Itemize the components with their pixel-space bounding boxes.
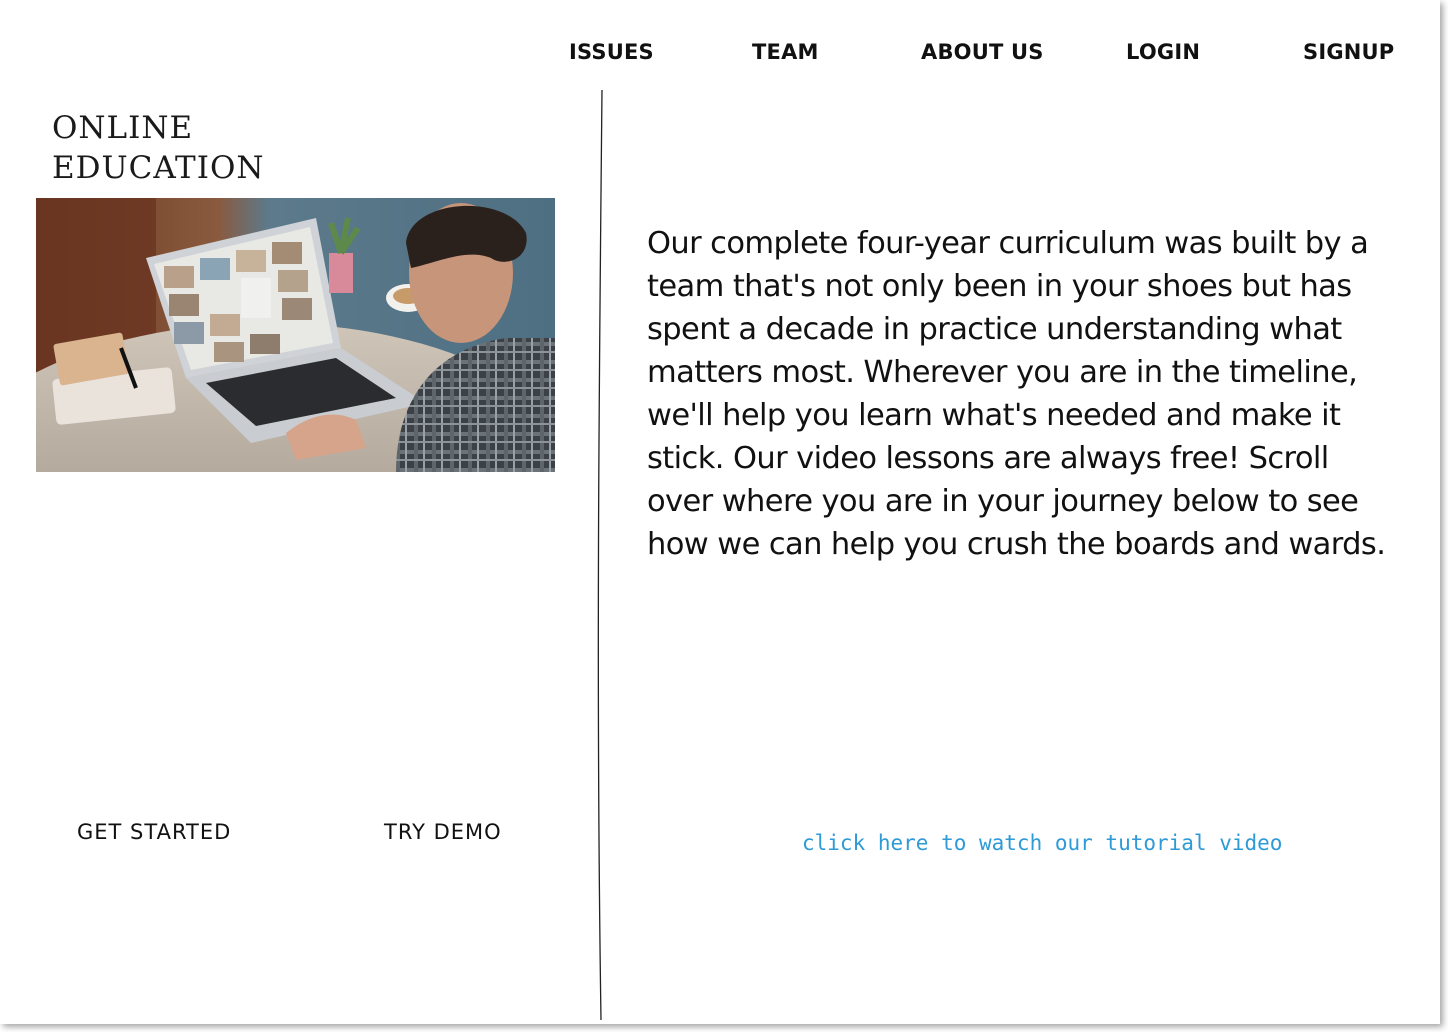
- main-description: Our complete four-year curriculum was bu…: [647, 226, 1386, 562]
- page: ISSUES TEAM ABOUT US LOGIN SIGNUP ONLINE…: [0, 0, 1440, 1024]
- hero-image: [36, 198, 555, 472]
- nav-about-us[interactable]: ABOUT US: [921, 40, 1044, 64]
- vertical-divider: [597, 90, 603, 1020]
- nav-signup[interactable]: SIGNUP: [1303, 40, 1394, 64]
- brand-line-2: EDUCATION: [52, 150, 265, 186]
- nav-team[interactable]: TEAM: [752, 40, 819, 64]
- tutorial-video-link[interactable]: click here to watch our tutorial video: [802, 831, 1282, 855]
- get-started-button[interactable]: GET STARTED: [77, 820, 231, 844]
- nav-login[interactable]: LOGIN: [1126, 40, 1200, 64]
- online-class-laptop-image: [36, 198, 555, 472]
- brand-title: ONLINE EDUCATION: [52, 108, 264, 188]
- nav-issues[interactable]: ISSUES: [569, 40, 654, 64]
- brand-line-1: ONLINE: [52, 110, 194, 146]
- try-demo-button[interactable]: TRY DEMO: [384, 820, 502, 844]
